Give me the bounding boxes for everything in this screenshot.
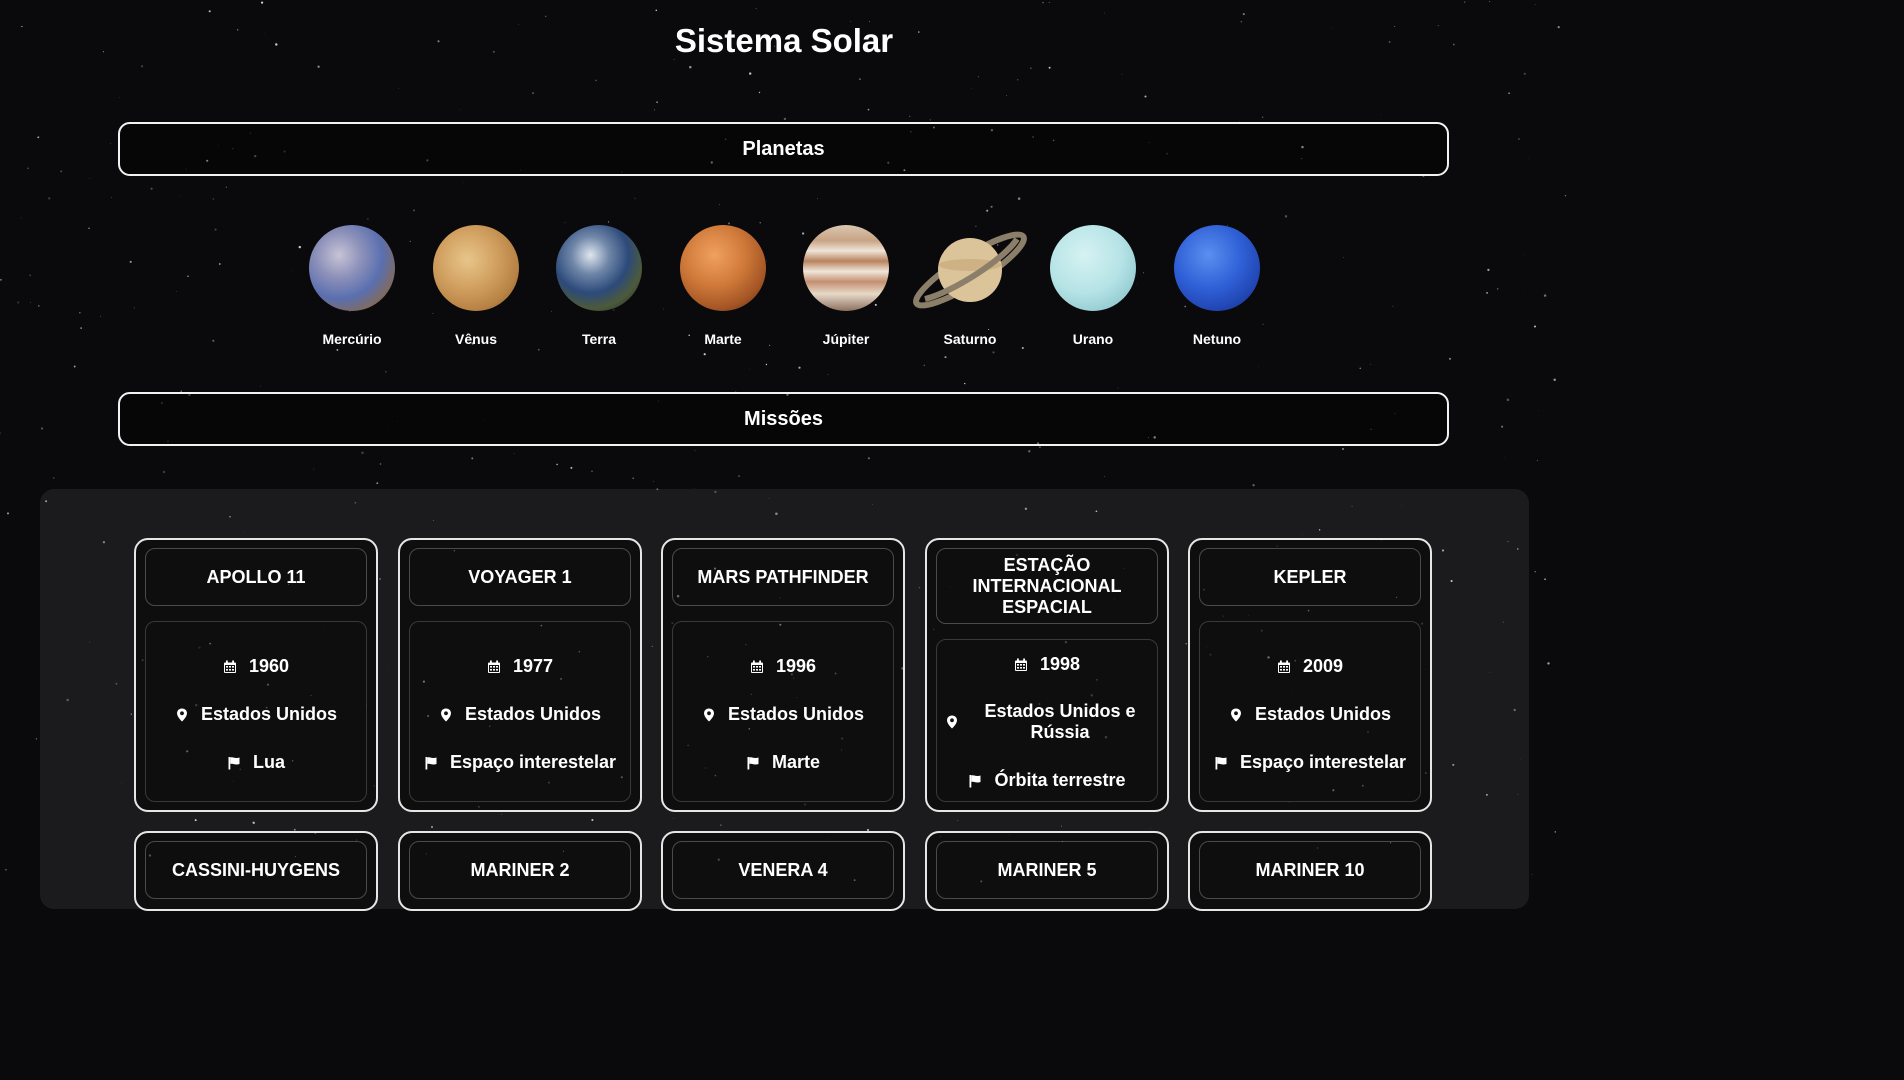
planet-mars[interactable]: Marte	[661, 222, 785, 347]
mission-name: Voyager 1	[409, 548, 631, 606]
calendar-icon	[1277, 660, 1291, 674]
planet-earth[interactable]: Terra	[537, 222, 661, 347]
mission-name: Cassini-Huygens	[145, 841, 367, 899]
flag-icon	[968, 774, 982, 788]
map-pin-icon	[175, 708, 189, 722]
mission-country: Estados Unidos	[1200, 704, 1420, 725]
mission-destination: Lua	[146, 752, 366, 773]
mission-country: Estados Unidos	[673, 704, 893, 725]
mars-image	[680, 225, 766, 311]
missions-section-button[interactable]: Missões	[118, 392, 1449, 446]
flag-icon	[424, 756, 438, 770]
planets-section-button[interactable]: Planetas	[118, 122, 1449, 176]
mission-card[interactable]: Mariner 2	[398, 831, 642, 911]
mission-details: 1960 Estados Unidos Lua	[145, 621, 367, 802]
planet-name: Terra	[582, 331, 616, 347]
mission-card[interactable]: Venera 4	[661, 831, 905, 911]
mission-year: 1960	[146, 656, 366, 677]
mission-card[interactable]: Mariner 5	[925, 831, 1169, 911]
mission-name: Mariner 10	[1199, 841, 1421, 899]
planet-venus[interactable]: Vênus	[414, 222, 538, 347]
planet-neptune[interactable]: Netuno	[1155, 222, 1279, 347]
planet-name: Mercúrio	[322, 331, 382, 347]
calendar-icon	[1014, 658, 1028, 672]
planet-list: Mercúrio Vênus Terra Marte Júpiter Satur…	[0, 222, 1568, 352]
mercury-image	[309, 225, 395, 311]
mission-country: Estados Unidos e Rússia	[945, 701, 1149, 743]
flag-icon	[746, 756, 760, 770]
mission-card[interactable]: Apollo 11 1960 Estados Unidos Lua	[134, 538, 378, 812]
mission-card[interactable]: Kepler 2009 Estados Unidos Espaço intere…	[1188, 538, 1432, 812]
jupiter-image	[803, 225, 889, 311]
mission-destination: Espaço interestelar	[410, 752, 630, 773]
mission-details: 1998 Estados Unidos e Rússia Órbita terr…	[936, 639, 1158, 802]
mission-name: Kepler	[1199, 548, 1421, 606]
map-pin-icon	[702, 708, 716, 722]
mission-details: 2009 Estados Unidos Espaço interestelar	[1199, 621, 1421, 802]
planet-saturn[interactable]: Saturno	[908, 222, 1032, 347]
mission-name: Estação Internacional Espacial	[936, 548, 1158, 624]
mission-name: Mariner 5	[936, 841, 1158, 899]
mission-card[interactable]: Mars Pathfinder 1996 Estados Unidos Mart…	[661, 538, 905, 812]
mission-destination: Órbita terrestre	[937, 770, 1157, 791]
mission-card[interactable]: Voyager 1 1977 Estados Unidos Espaço int…	[398, 538, 642, 812]
mission-name: Venera 4	[672, 841, 894, 899]
planet-uranus[interactable]: Urano	[1031, 222, 1155, 347]
mission-details: 1977 Estados Unidos Espaço interestelar	[409, 621, 631, 802]
mission-card[interactable]: Mariner 10	[1188, 831, 1432, 911]
planet-name: Vênus	[454, 331, 497, 347]
venus-image	[433, 225, 519, 311]
planet-jupiter[interactable]: Júpiter	[784, 222, 908, 347]
mission-year: 1977	[410, 656, 630, 677]
mission-destination: Marte	[673, 752, 893, 773]
planet-name: Marte	[704, 331, 742, 347]
mission-destination: Espaço interestelar	[1200, 752, 1420, 773]
mission-year: 1998	[937, 654, 1157, 675]
mission-country: Estados Unidos	[410, 704, 630, 725]
flag-icon	[1214, 756, 1228, 770]
uranus-image	[1050, 225, 1136, 311]
calendar-icon	[487, 660, 501, 674]
page-title: Sistema Solar	[674, 22, 894, 59]
mission-country: Estados Unidos	[146, 704, 366, 725]
map-pin-icon	[1229, 708, 1243, 722]
map-pin-icon	[439, 708, 453, 722]
earth-image	[556, 225, 642, 311]
mission-name: Apollo 11	[145, 548, 367, 606]
planet-name: Netuno	[1192, 331, 1242, 347]
mission-year: 2009	[1200, 656, 1420, 677]
planet-name: Saturno	[943, 331, 997, 347]
mission-name: Mars Pathfinder	[672, 548, 894, 606]
mission-year: 1996	[673, 656, 893, 677]
planet-mercury[interactable]: Mercúrio	[290, 222, 414, 347]
calendar-icon	[223, 660, 237, 674]
saturn-image	[905, 225, 1035, 311]
mission-card[interactable]: Estação Internacional Espacial 1998 Esta…	[925, 538, 1169, 812]
mission-card[interactable]: Cassini-Huygens	[134, 831, 378, 911]
calendar-icon	[750, 660, 764, 674]
flag-icon	[227, 756, 241, 770]
mission-details: 1996 Estados Unidos Marte	[672, 621, 894, 802]
planet-name: Urano	[1072, 331, 1114, 347]
mission-name: Mariner 2	[409, 841, 631, 899]
neptune-image	[1174, 225, 1260, 311]
map-pin-icon	[945, 715, 959, 729]
planet-name: Júpiter	[822, 331, 870, 347]
